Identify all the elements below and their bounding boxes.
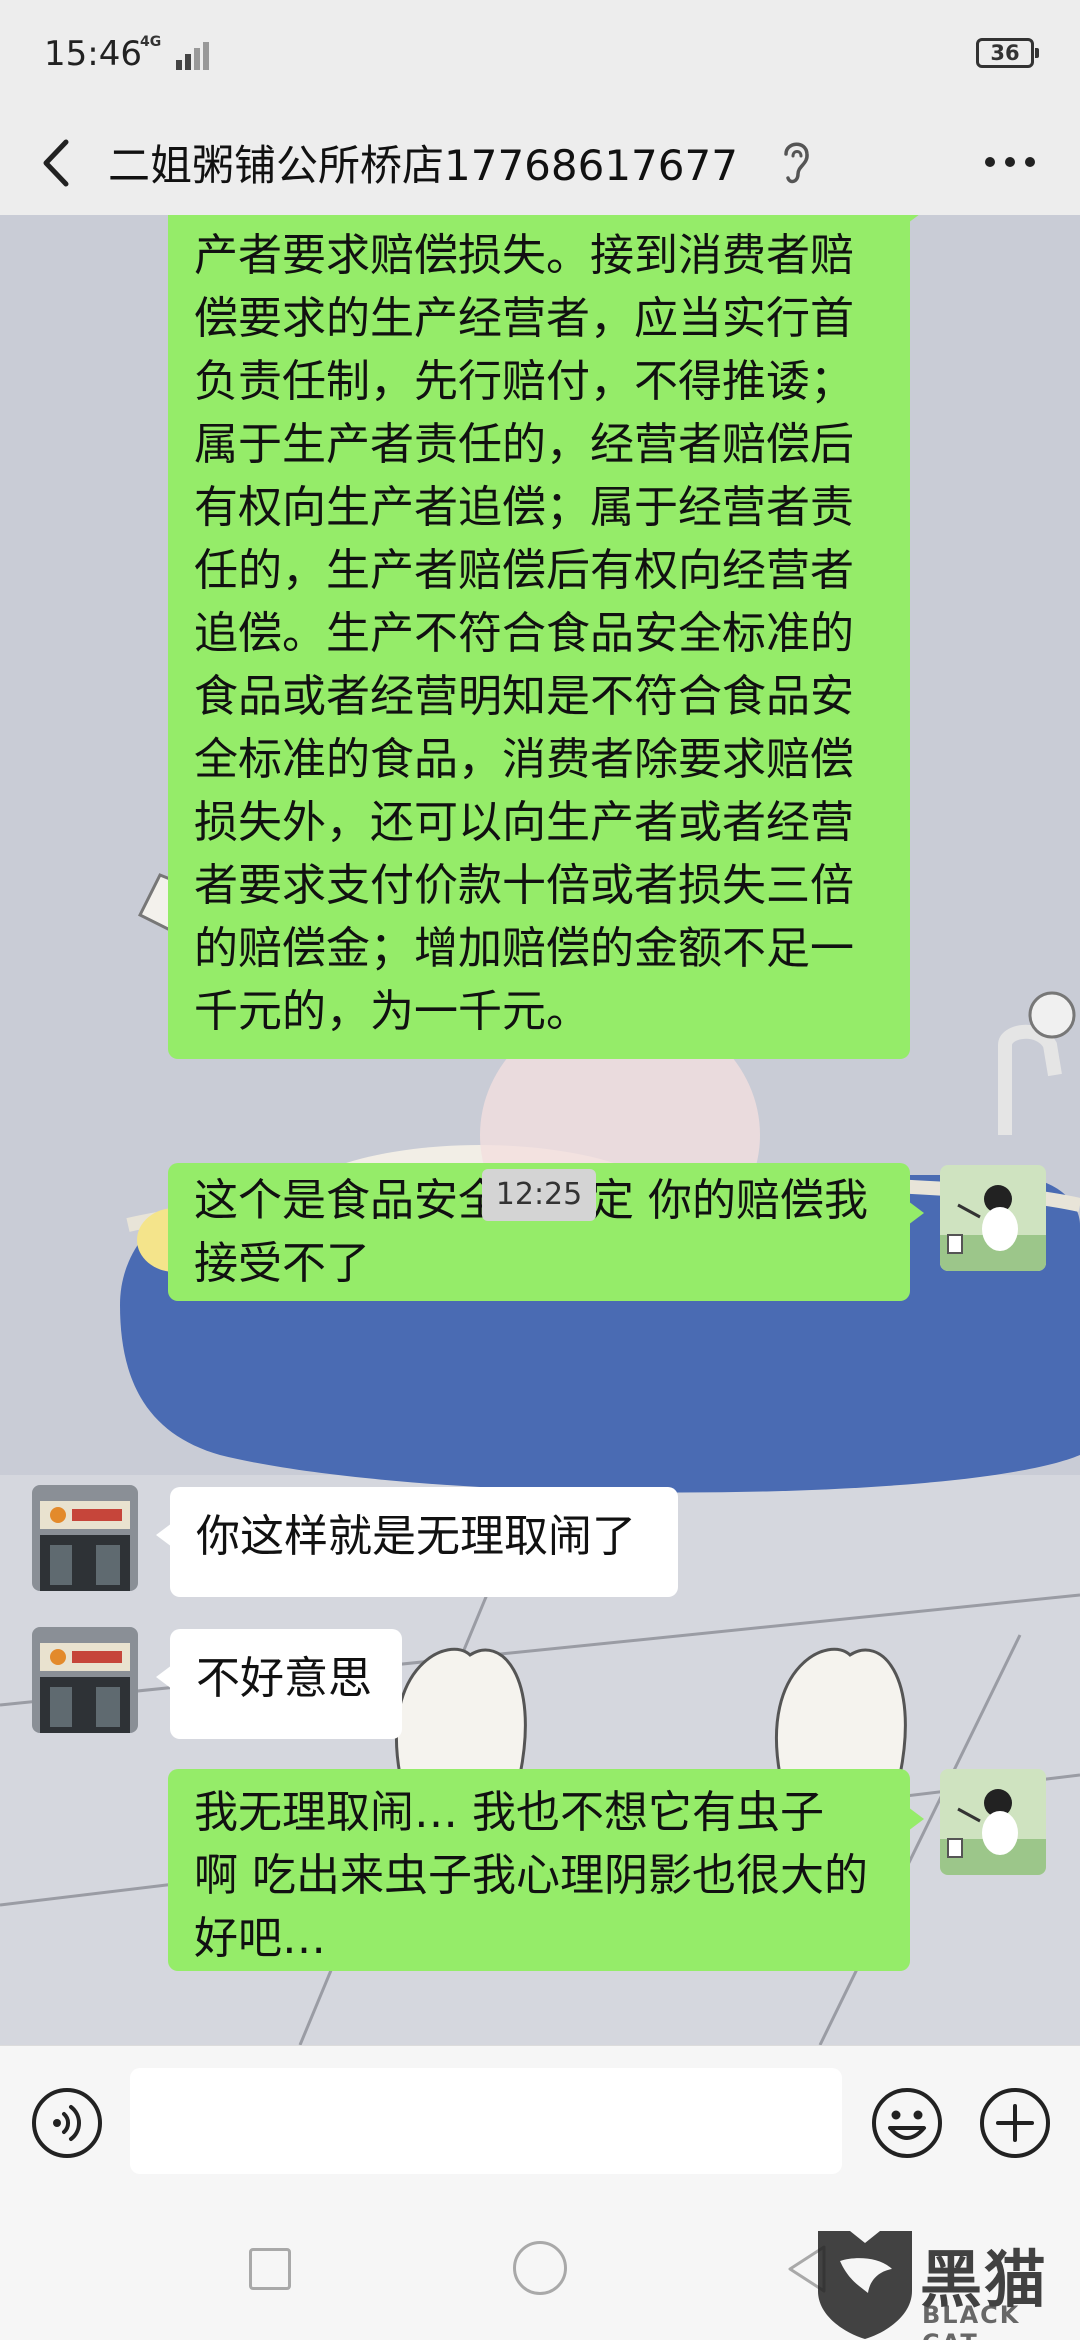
contact-avatar[interactable]	[32, 1627, 138, 1733]
emoji-button[interactable]	[870, 2086, 944, 2160]
chat-header: 二姐粥铺公所桥店17768617677	[0, 110, 1080, 215]
home-button[interactable]	[513, 2241, 567, 2295]
more-options-button[interactable]	[970, 134, 1050, 190]
contact-avatar[interactable]	[32, 1485, 138, 1591]
signal-icon: 4G	[140, 34, 210, 74]
message-input[interactable]	[130, 2068, 842, 2174]
contact-avatar-image	[32, 1627, 138, 1733]
system-nav-bar: 黑猫 BLACK CAT	[0, 2195, 1080, 2340]
message-bubble-sent[interactable]: 我无理取闹… 我也不想它有虫子 啊 吃出来虫子我心理阴影也很大的 好吧…	[168, 1769, 924, 1971]
user-avatar[interactable]	[940, 1769, 1046, 1875]
message-bubble-sent[interactable]: 经营者要求赔偿损失，也可以向生 产者要求赔偿损失。接到消费者赔 偿要求的生产经营…	[168, 215, 924, 1059]
black-cat-watermark: 黑猫 BLACK CAT	[810, 2221, 1080, 2340]
user-avatar-image	[940, 1165, 1046, 1271]
battery-icon: 36	[976, 38, 1039, 68]
chat-title: 二姐粥铺公所桥店17768617677	[108, 141, 738, 190]
back-button[interactable]	[28, 128, 88, 198]
network-type: 4G	[140, 34, 162, 50]
contact-avatar-image	[32, 1485, 138, 1591]
earpiece-mode-icon	[784, 142, 809, 184]
battery-level: 36	[990, 41, 1020, 65]
black-cat-logo-icon	[818, 2231, 912, 2339]
user-avatar-image	[940, 1769, 1046, 1875]
chat-area[interactable]: 经营者要求赔偿损失，也可以向生 产者要求赔偿损失。接到消费者赔 偿要求的生产经营…	[0, 215, 1080, 2045]
message-bubble-received[interactable]: 不好意思	[156, 1629, 402, 1739]
user-avatar[interactable]	[940, 1165, 1046, 1271]
chevron-left-icon	[43, 139, 69, 187]
status-time: 15:46	[44, 34, 142, 74]
message-timestamp: 12:25	[482, 1169, 596, 1221]
message-input-bar	[0, 2045, 1080, 2195]
voice-input-button[interactable]	[30, 2086, 104, 2160]
recent-apps-button[interactable]	[249, 2248, 291, 2290]
message-bubble-received[interactable]: 你这样就是无理取闹了	[156, 1487, 678, 1597]
watermark-subtitle: BLACK CAT	[922, 2301, 1021, 2340]
status-bar: 15:46 4G 36	[0, 0, 1080, 110]
add-attachment-button[interactable]	[978, 2086, 1052, 2160]
